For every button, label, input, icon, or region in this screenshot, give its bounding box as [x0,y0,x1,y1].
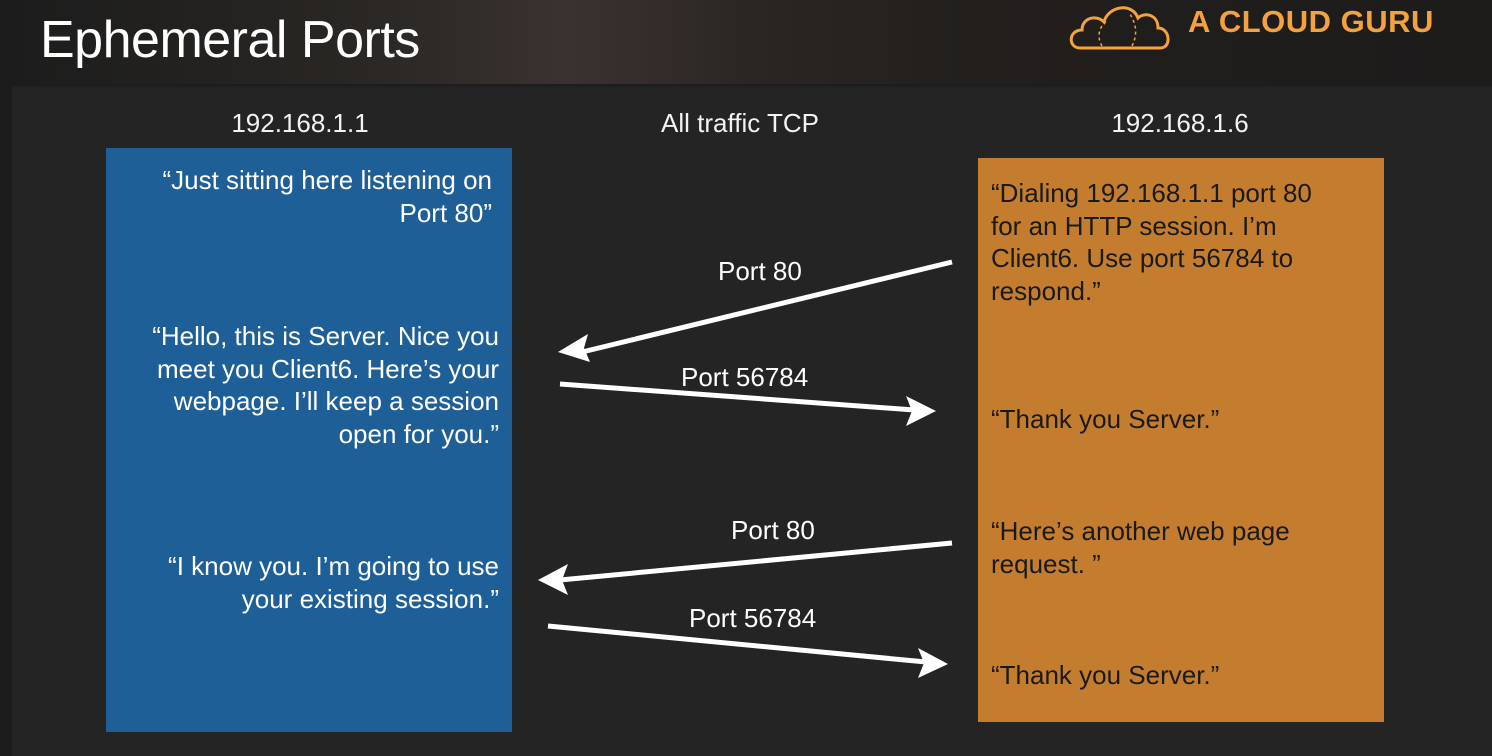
arrows-layer [538,259,953,678]
arrow-response-2 [547,623,948,678]
slide: Ephemeral Ports A CLOUD GURU 192.168.1.1… [0,0,1492,756]
arrow-request [558,259,953,362]
arrow-response [559,381,936,426]
arrow-request-2 [538,540,953,595]
